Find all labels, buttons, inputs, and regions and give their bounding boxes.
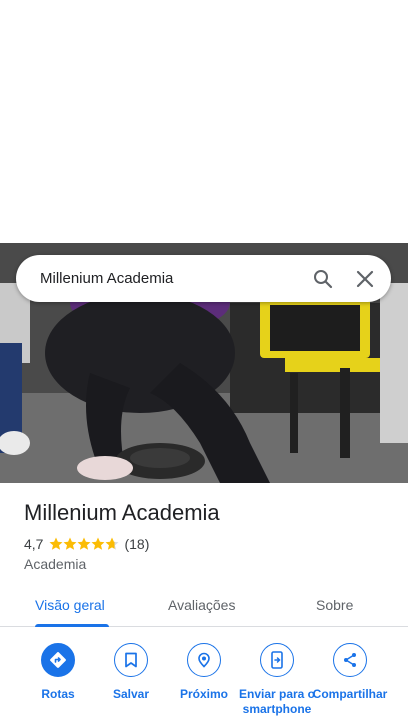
search-icon[interactable] [311, 267, 335, 291]
save-button[interactable]: Salvar [91, 643, 171, 702]
share-label: Compartilhar [312, 687, 388, 701]
directions-icon [41, 643, 75, 677]
send-to-phone-icon [260, 643, 294, 677]
nearby-label: Próximo [179, 687, 228, 701]
nearby-button[interactable]: Próximo [164, 643, 244, 702]
search-input[interactable]: Millenium Academia [40, 270, 293, 287]
stars-icon [49, 537, 119, 550]
nearby-icon [187, 643, 221, 677]
active-tab-indicator [35, 624, 109, 627]
place-category: Academia [24, 556, 87, 572]
share-icon [333, 643, 367, 677]
directions-label: Rotas [41, 687, 75, 701]
rating-value: 4,7 [24, 536, 44, 552]
tab-about[interactable]: Sobre [316, 597, 353, 613]
send-to-phone-label: Enviar para o smartphone [238, 687, 316, 716]
search-bar[interactable]: Millenium Academia [16, 255, 391, 302]
rating-row[interactable]: 4,7 (18) [24, 536, 149, 552]
save-label: Salvar [112, 687, 150, 701]
tab-reviews[interactable]: Avaliações [168, 597, 235, 613]
directions-button[interactable]: Rotas [18, 643, 98, 702]
map-blank-area [0, 0, 408, 243]
close-icon[interactable] [353, 267, 377, 291]
send-to-phone-button[interactable]: Enviar para o smartphone [237, 643, 317, 717]
review-count: (18) [124, 536, 150, 552]
tab-overview[interactable]: Visão geral [35, 597, 105, 613]
share-button[interactable]: Compartilhar [310, 643, 390, 702]
place-info-panel: Millenium Academia 4,7 (18) Academia Vis… [0, 483, 408, 726]
place-title: Millenium Academia [24, 500, 220, 525]
star-rating [49, 537, 119, 551]
bookmark-icon [114, 643, 148, 677]
action-buttons: Rotas Salvar Próximo Enviar para o smart… [0, 643, 408, 726]
tab-bar: Visão geral Avaliações Sobre [0, 588, 408, 627]
